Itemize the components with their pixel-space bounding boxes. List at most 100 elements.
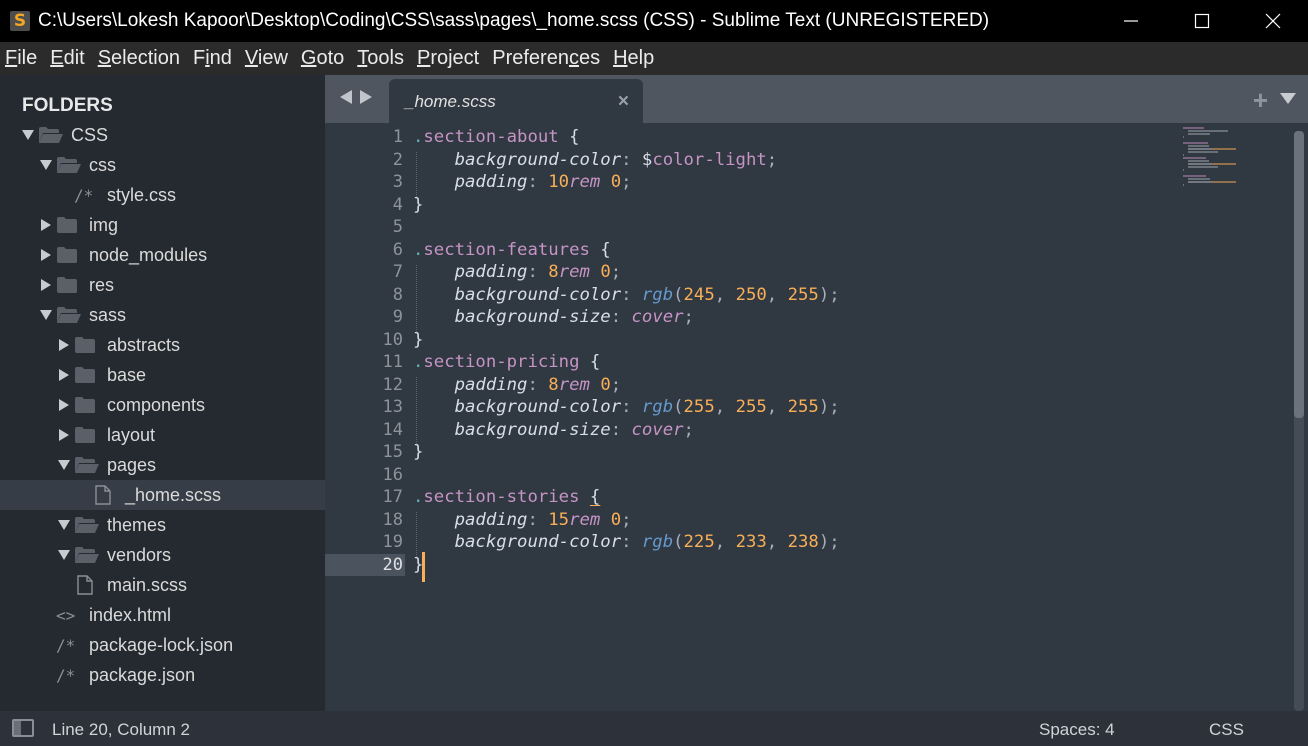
code-line[interactable]: } — [413, 441, 423, 464]
code-line[interactable]: background-color: $color-light; — [413, 149, 778, 172]
code-line[interactable]: padding: 8rem 0; — [413, 374, 622, 397]
code-line[interactable]: background-size: cover; — [413, 419, 694, 442]
line-number: 4 — [392, 194, 403, 215]
tree-file[interactable]: /* package.json — [0, 660, 325, 690]
line-number: 16 — [382, 464, 403, 485]
syntax-selector[interactable]: CSS — [1209, 720, 1244, 740]
tree-folder[interactable]: themes — [0, 510, 325, 540]
menu-preferences[interactable]: Preferences — [487, 47, 600, 70]
line-number: 11 — [382, 352, 403, 372]
tree-item-label: abstracts — [107, 334, 181, 355]
line-number: 12 — [382, 374, 403, 395]
folder-open-icon — [74, 546, 100, 564]
tree-folder[interactable]: base — [0, 360, 325, 390]
menu-help[interactable]: Help — [608, 47, 654, 70]
code-line[interactable]: background-color: rgb(225, 233, 238); — [413, 531, 840, 554]
folder-icon — [56, 246, 78, 264]
tab-label: _home.scss — [405, 92, 496, 111]
line-number: 10 — [382, 329, 403, 350]
triangle-right-icon[interactable] — [40, 219, 52, 231]
line-number: 1 — [392, 127, 403, 147]
minimize-button[interactable] — [1095, 0, 1166, 42]
scrollbar-thumb[interactable] — [1294, 131, 1304, 418]
cursor-position: Line 20, Column 2 — [52, 720, 190, 739]
triangle-down-icon[interactable] — [58, 549, 70, 561]
tree-item-label: package-lock.json — [89, 634, 234, 655]
code-line[interactable]: background-color: rgb(245, 250, 255); — [413, 284, 840, 307]
tree-folder[interactable]: abstracts — [0, 330, 325, 360]
triangle-right-icon[interactable] — [58, 369, 70, 381]
tree-folder[interactable]: node_modules — [0, 240, 325, 270]
maximize-button[interactable] — [1166, 0, 1237, 42]
arrow-left-icon[interactable] — [339, 89, 353, 105]
line-number: 19 — [382, 532, 403, 552]
code-line[interactable]: .section-pricing { — [413, 351, 600, 374]
tree-file[interactable]: <> index.html — [0, 600, 325, 630]
chevron-down-icon[interactable] — [1280, 93, 1296, 104]
window-title: C:\Users\Lokesh Kapoor\Desktop\Coding\CS… — [38, 10, 990, 31]
tab-home-scss[interactable]: _home.scss × — [389, 79, 643, 123]
folder-icon — [56, 216, 78, 234]
triangle-right-icon[interactable] — [58, 429, 70, 441]
code-line[interactable]: } — [413, 329, 423, 352]
tree-item-label: css — [89, 154, 116, 175]
sidebar-toggle-icon[interactable] — [12, 719, 34, 737]
sidebar-header: FOLDERS — [22, 95, 113, 116]
minimap-line — [1183, 136, 1185, 138]
tree-file[interactable]: _home.scss — [0, 480, 325, 510]
folder-open-icon — [56, 156, 82, 174]
minimap-line — [1187, 181, 1236, 183]
menu-goto[interactable]: Goto — [296, 47, 344, 70]
tree-folder[interactable]: layout — [0, 420, 325, 450]
triangle-down-icon[interactable] — [40, 309, 52, 321]
close-button[interactable] — [1237, 0, 1308, 42]
code-line[interactable]: background-color: rgb(255, 255, 255); — [413, 396, 840, 419]
code-editor[interactable]: 1 2 3 4 5 6 7 8 9 10 11 12 13 14 15 16 17 18 19 20 .section… — [325, 123, 1308, 711]
menu-view[interactable]: View — [240, 47, 288, 70]
tree-folder[interactable]: res — [0, 270, 325, 300]
menu-file[interactable]: File — [0, 47, 37, 70]
tree-folder[interactable]: vendors — [0, 540, 325, 570]
tree-folder[interactable]: sass — [0, 300, 325, 330]
tree-item-label: style.css — [107, 184, 177, 205]
triangle-right-icon[interactable] — [58, 399, 70, 411]
plus-icon[interactable]: + — [1253, 85, 1268, 116]
minimap[interactable] — [1183, 127, 1263, 187]
code-line[interactable]: padding: 15rem 0; — [413, 509, 632, 532]
triangle-right-icon[interactable] — [40, 249, 52, 261]
code-line[interactable]: } — [413, 194, 423, 217]
triangle-right-icon[interactable] — [40, 279, 52, 291]
status-bar: Line 20, Column 2 Spaces: 4 CSS — [0, 711, 1308, 746]
tree-folder[interactable]: css — [0, 150, 325, 180]
menu-find[interactable]: Find — [188, 47, 232, 70]
code-line[interactable]: .section-features { — [413, 239, 611, 262]
code-line[interactable]: .section-about { — [413, 126, 579, 149]
code-line[interactable]: background-size: cover; — [413, 306, 694, 329]
code-line[interactable]: padding: 10rem 0; — [413, 171, 632, 194]
indentation-setting[interactable]: Spaces: 4 — [1039, 720, 1115, 740]
menu-tools[interactable]: Tools — [352, 47, 404, 70]
code-line[interactable]: .section-stories { — [413, 486, 600, 509]
folder-open-icon — [74, 516, 100, 534]
tree-folder[interactable]: components — [0, 390, 325, 420]
tree-file[interactable]: main.scss — [0, 570, 325, 600]
triangle-right-icon[interactable] — [58, 339, 70, 351]
folder-open-icon — [74, 456, 100, 474]
folder-icon — [74, 426, 96, 444]
triangle-down-icon[interactable] — [22, 129, 34, 141]
tree-folder[interactable]: pages — [0, 450, 325, 480]
triangle-down-icon[interactable] — [58, 459, 70, 471]
tree-folder[interactable]: CSS — [0, 120, 325, 150]
file-icon — [76, 575, 94, 595]
tree-file[interactable]: /* style.css — [0, 180, 325, 210]
tree-file[interactable]: /* package-lock.json — [0, 630, 325, 660]
triangle-down-icon[interactable] — [58, 519, 70, 531]
menu-edit[interactable]: Edit — [45, 47, 84, 70]
menu-selection[interactable]: Selection — [93, 47, 180, 70]
triangle-down-icon[interactable] — [40, 159, 52, 171]
tree-folder[interactable]: img — [0, 210, 325, 240]
arrow-right-icon[interactable] — [359, 89, 373, 105]
menu-project[interactable]: Project — [412, 47, 479, 70]
close-icon[interactable]: × — [618, 91, 629, 113]
code-line[interactable]: padding: 8rem 0; — [413, 261, 622, 284]
